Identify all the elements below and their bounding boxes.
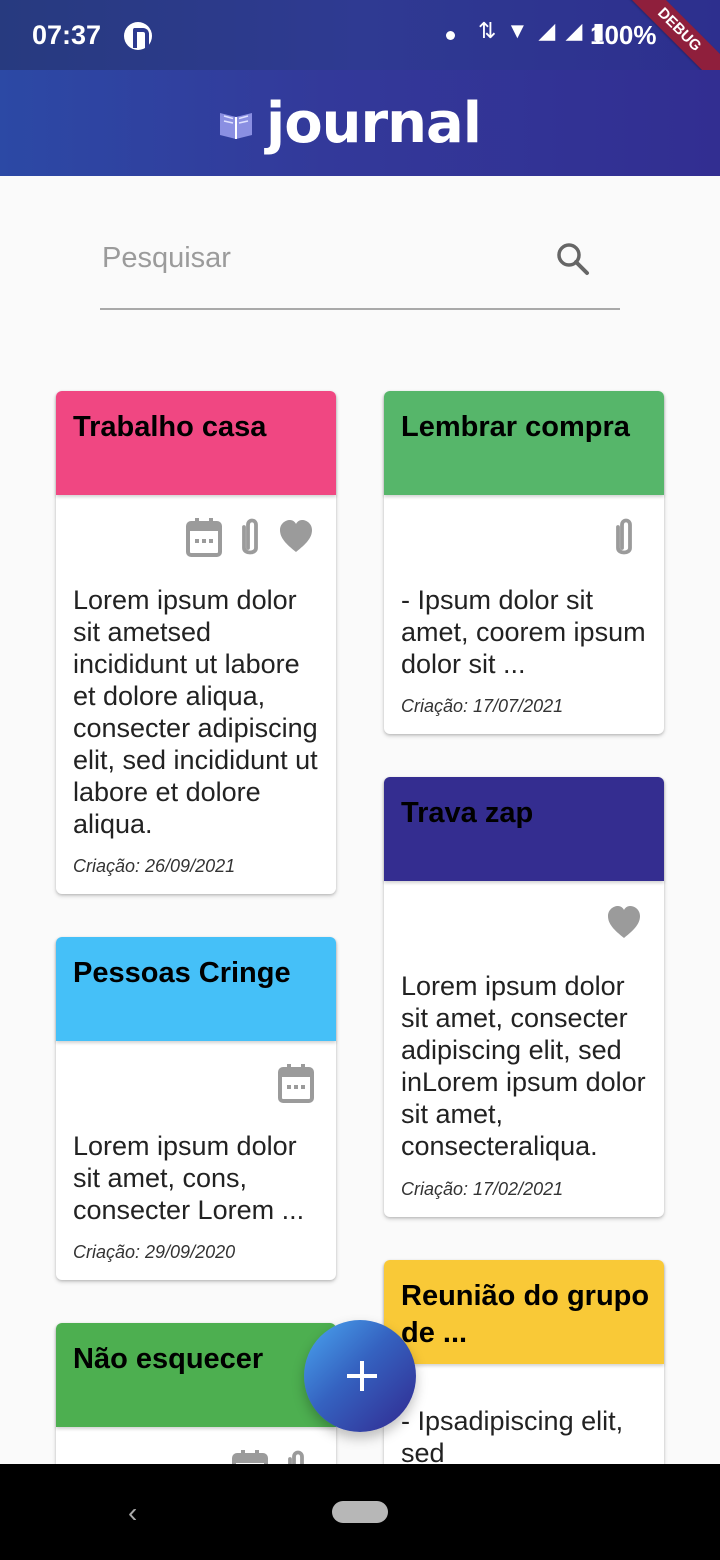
status-bar: 07:37 ⇅ ▼ ◢ ◢ ▮ 100% DEBUG xyxy=(0,0,720,92)
card-body: Lorem ipsum dolor sit ametsed incididunt… xyxy=(73,585,318,839)
note-card[interactable]: Trabalho casa Lorem ipsum dolor sit amet… xyxy=(56,391,336,894)
card-title: Não esquecer xyxy=(73,1343,264,1375)
calendar-icon xyxy=(278,1064,314,1103)
note-card[interactable]: Reunião do grupo de ... - Ipsadipiscing … xyxy=(384,1260,664,1490)
notification-icon xyxy=(124,22,152,50)
card-title: Lembrar compra xyxy=(401,411,630,443)
heart-icon xyxy=(608,906,640,938)
note-card[interactable]: Lembrar compra - Ipsum dolor sit amet, c… xyxy=(384,391,664,734)
card-date: Criação: 26/09/2021 xyxy=(73,856,236,876)
note-card[interactable]: Pessoas Cringe Lorem ipsum dolor sit ame… xyxy=(56,937,336,1280)
card-icons xyxy=(186,517,314,559)
card-icons xyxy=(606,517,642,559)
book-icon xyxy=(220,113,252,139)
brand: journal xyxy=(216,88,482,158)
card-title: Trava zap xyxy=(401,797,534,829)
card-title: Trabalho casa xyxy=(73,411,267,443)
paperclip-icon xyxy=(242,518,258,555)
navigation-bar: ‹ xyxy=(0,1464,720,1560)
signal-icons: ⇅ ▼ ◢ ◢ ▮ xyxy=(478,18,607,43)
app-bar: journal xyxy=(0,70,720,176)
add-note-button[interactable] xyxy=(304,1320,416,1432)
card-title: Pessoas Cringe xyxy=(73,957,291,989)
notification-dot-icon xyxy=(446,31,455,40)
search-bar[interactable] xyxy=(100,230,620,310)
card-body: - Ipsum dolor sit amet, coorem ipsum dol… xyxy=(401,585,646,679)
app-title: journal xyxy=(266,90,482,156)
card-date: Criação: 17/07/2021 xyxy=(401,696,564,716)
search-icon[interactable] xyxy=(554,240,590,276)
card-icons xyxy=(278,1063,314,1105)
card-body: - Ipsadipiscing elit, sed xyxy=(401,1406,624,1468)
note-card[interactable]: Trava zap Lorem ipsum dolor sit amet, co… xyxy=(384,777,664,1217)
home-button[interactable] xyxy=(332,1501,388,1523)
card-icons xyxy=(606,903,642,945)
search-input[interactable] xyxy=(100,230,534,286)
card-title: Reunião do grupo de ... xyxy=(401,1280,650,1349)
card-date: Criação: 29/09/2020 xyxy=(73,1242,236,1262)
card-body: Lorem ipsum dolor sit amet, consecter ad… xyxy=(401,971,646,1161)
heart-icon xyxy=(280,520,312,552)
battery-percentage: 100% xyxy=(590,20,657,50)
calendar-icon xyxy=(186,518,222,557)
card-date: Criação: 17/02/2021 xyxy=(401,1179,564,1199)
paperclip-icon xyxy=(616,518,632,555)
status-time: 07:37 xyxy=(32,20,102,50)
back-button[interactable]: ‹ xyxy=(128,1497,137,1529)
card-body: Lorem ipsum dolor sit amet, cons, consec… xyxy=(73,1131,305,1225)
